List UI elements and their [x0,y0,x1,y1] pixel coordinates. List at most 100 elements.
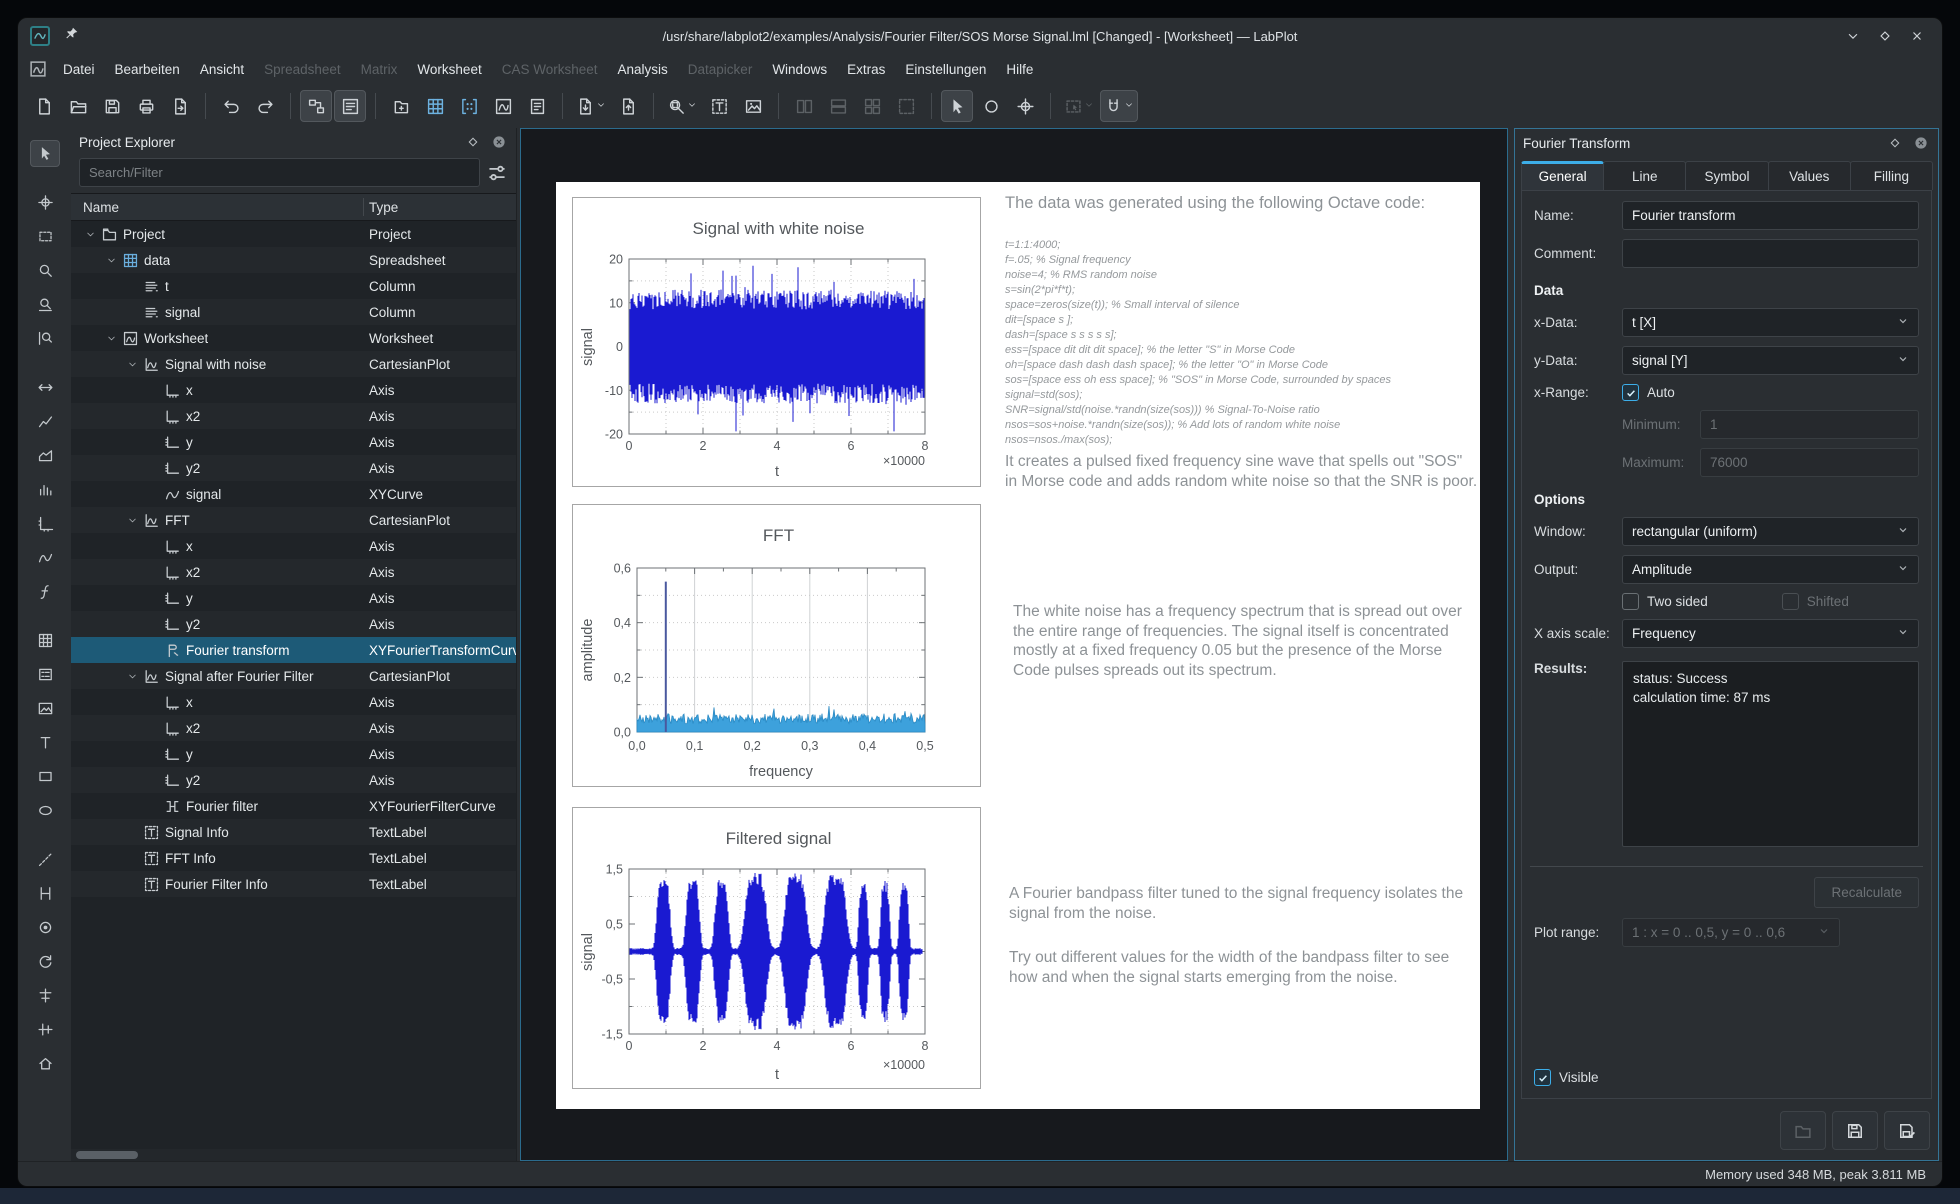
tree-item-y2[interactable]: y2Axis [71,611,516,637]
tree-item-x[interactable]: xAxis [71,533,516,559]
float-dock-icon[interactable] [1886,134,1904,152]
text-tool-icon[interactable] [30,729,60,756]
magnet-icon[interactable] [1100,90,1138,122]
zoom-circle-icon[interactable] [975,90,1007,122]
output-select[interactable]: Amplitude [1622,555,1919,584]
insert-image-icon[interactable] [737,90,769,122]
align-h-tool-icon[interactable] [30,982,60,1009]
plot-filtered-signal[interactable]: Filtered signal1,50,5-0,5-1,502468×10000… [572,807,981,1089]
text-label-icon[interactable] [703,90,735,122]
tree-item-fft[interactable]: FFTCartesianPlot [71,507,516,533]
undo-icon[interactable] [215,90,247,122]
tree-item-signal[interactable]: signalXYCurve [71,481,516,507]
tree-item-worksheet[interactable]: WorksheetWorksheet [71,325,516,351]
tree-item-x2[interactable]: x2Axis [71,559,516,585]
redo-icon[interactable] [249,90,281,122]
export-page-icon[interactable] [164,90,196,122]
pin-icon[interactable] [64,26,79,46]
crosshair-icon[interactable] [1009,90,1041,122]
menu-windows[interactable]: Windows [763,58,836,81]
two-sided-checkbox[interactable] [1622,593,1639,610]
expander-icon[interactable] [125,513,140,528]
tree-header[interactable]: Name Type [71,194,516,221]
expander-icon[interactable] [83,227,98,242]
tab-general[interactable]: General [1521,161,1604,190]
app-icon[interactable] [30,26,50,46]
select-region-icon[interactable] [1060,90,1098,122]
tab-line[interactable]: Line [1603,161,1686,190]
arrows-h-tool-icon[interactable] [30,374,60,401]
save-icon[interactable] [96,90,128,122]
tree-item-data[interactable]: dataSpreadsheet [71,247,516,273]
point-tool-icon[interactable] [30,914,60,941]
tree-item-signal-with-noise[interactable]: Signal with noiseCartesianPlot [71,351,516,377]
visible-checkbox[interactable] [1534,1069,1551,1086]
align-v-tool-icon[interactable] [30,1016,60,1043]
menu-analysis[interactable]: Analysis [609,58,677,81]
tree-item-signal-info[interactable]: Signal InfoTextLabel [71,819,516,845]
plot-range-select[interactable]: 1 : x = 0 .. 0,5, y = 0 .. 0,6 [1622,918,1840,947]
minimum-field[interactable] [1700,410,1919,439]
export-file-icon[interactable] [612,90,644,122]
tree-item-y[interactable]: yAxis [71,741,516,767]
xdata-select[interactable]: t [X] [1622,308,1919,337]
tree-item-y[interactable]: yAxis [71,429,516,455]
tree-hscrollbar-thumb[interactable] [76,1151,138,1159]
layout-break-icon[interactable] [890,90,922,122]
maximize-icon[interactable] [1874,25,1896,47]
zoom-y-tool-icon[interactable] [30,325,60,352]
save-config-as-button[interactable] [1884,1111,1930,1150]
menu-extras[interactable]: Extras [838,58,894,81]
legend-tool-icon[interactable] [30,661,60,688]
plot-fft[interactable]: FFT0,60,40,20,00,00,10,20,30,40,5frequen… [572,504,981,787]
ydata-select[interactable]: signal [Y] [1622,346,1919,375]
close-dock-icon[interactable] [1912,134,1930,152]
float-panel-icon[interactable] [464,133,482,151]
plot-signal-with-noise[interactable]: Signal with white noise20100-10-2002468×… [572,197,981,487]
file-new-icon[interactable] [28,90,60,122]
view-details-icon[interactable] [334,90,366,122]
tree-item-signal[interactable]: signalColumn [71,299,516,325]
print-icon[interactable] [130,90,162,122]
chart-area-tool-icon[interactable] [30,442,60,469]
func-tool-icon[interactable] [30,578,60,605]
zoom-select-icon[interactable] [663,90,701,122]
tree-item-y2[interactable]: y2Axis [71,767,516,793]
load-config-button[interactable] [1780,1111,1826,1150]
new-matrix-icon[interactable] [453,90,485,122]
shape-rect-tool-icon[interactable] [30,763,60,790]
menu-bearbeiten[interactable]: Bearbeiten [106,58,189,81]
image-tool-icon[interactable] [30,695,60,722]
expander-icon[interactable] [125,669,140,684]
name-field[interactable] [1622,201,1919,230]
new-note-icon[interactable] [521,90,553,122]
view-tiles-icon[interactable] [300,90,332,122]
curve-tool-icon[interactable] [30,544,60,571]
tree-item-t[interactable]: tColumn [71,273,516,299]
layout-grid-icon[interactable] [856,90,888,122]
menu-hilfe[interactable]: Hilfe [997,58,1042,81]
expander-icon[interactable] [104,253,119,268]
menu-einstellungen[interactable]: Einstellungen [896,58,995,81]
tree-item-fourier-filter-info[interactable]: Fourier Filter InfoTextLabel [71,871,516,897]
menu-datei[interactable]: Datei [54,58,104,81]
close-icon[interactable] [1906,25,1928,47]
grid-tool-icon[interactable] [30,627,60,654]
cursor-arrow-icon[interactable] [941,90,973,122]
tab-filling[interactable]: Filling [1850,161,1933,190]
minimize-icon[interactable] [1842,25,1864,47]
tree-item-y[interactable]: yAxis [71,585,516,611]
tree-item-fourier-transform[interactable]: Fourier transformXYFourierTransformCurve [71,637,516,663]
auto-checkbox[interactable] [1622,384,1639,401]
crosshair-tool-icon[interactable] [30,189,60,216]
pointer-tool-icon[interactable] [30,140,60,167]
xscale-select[interactable]: Frequency [1622,619,1919,648]
chart-bars-tool-icon[interactable] [30,476,60,503]
rotate-tool-icon[interactable] [30,948,60,975]
tree-item-y2[interactable]: y2Axis [71,455,516,481]
search-input[interactable] [79,158,480,187]
filter-options-icon[interactable] [486,162,508,184]
new-spreadsheet-icon[interactable] [419,90,451,122]
tree-item-x[interactable]: xAxis [71,377,516,403]
expander-icon[interactable] [125,357,140,372]
